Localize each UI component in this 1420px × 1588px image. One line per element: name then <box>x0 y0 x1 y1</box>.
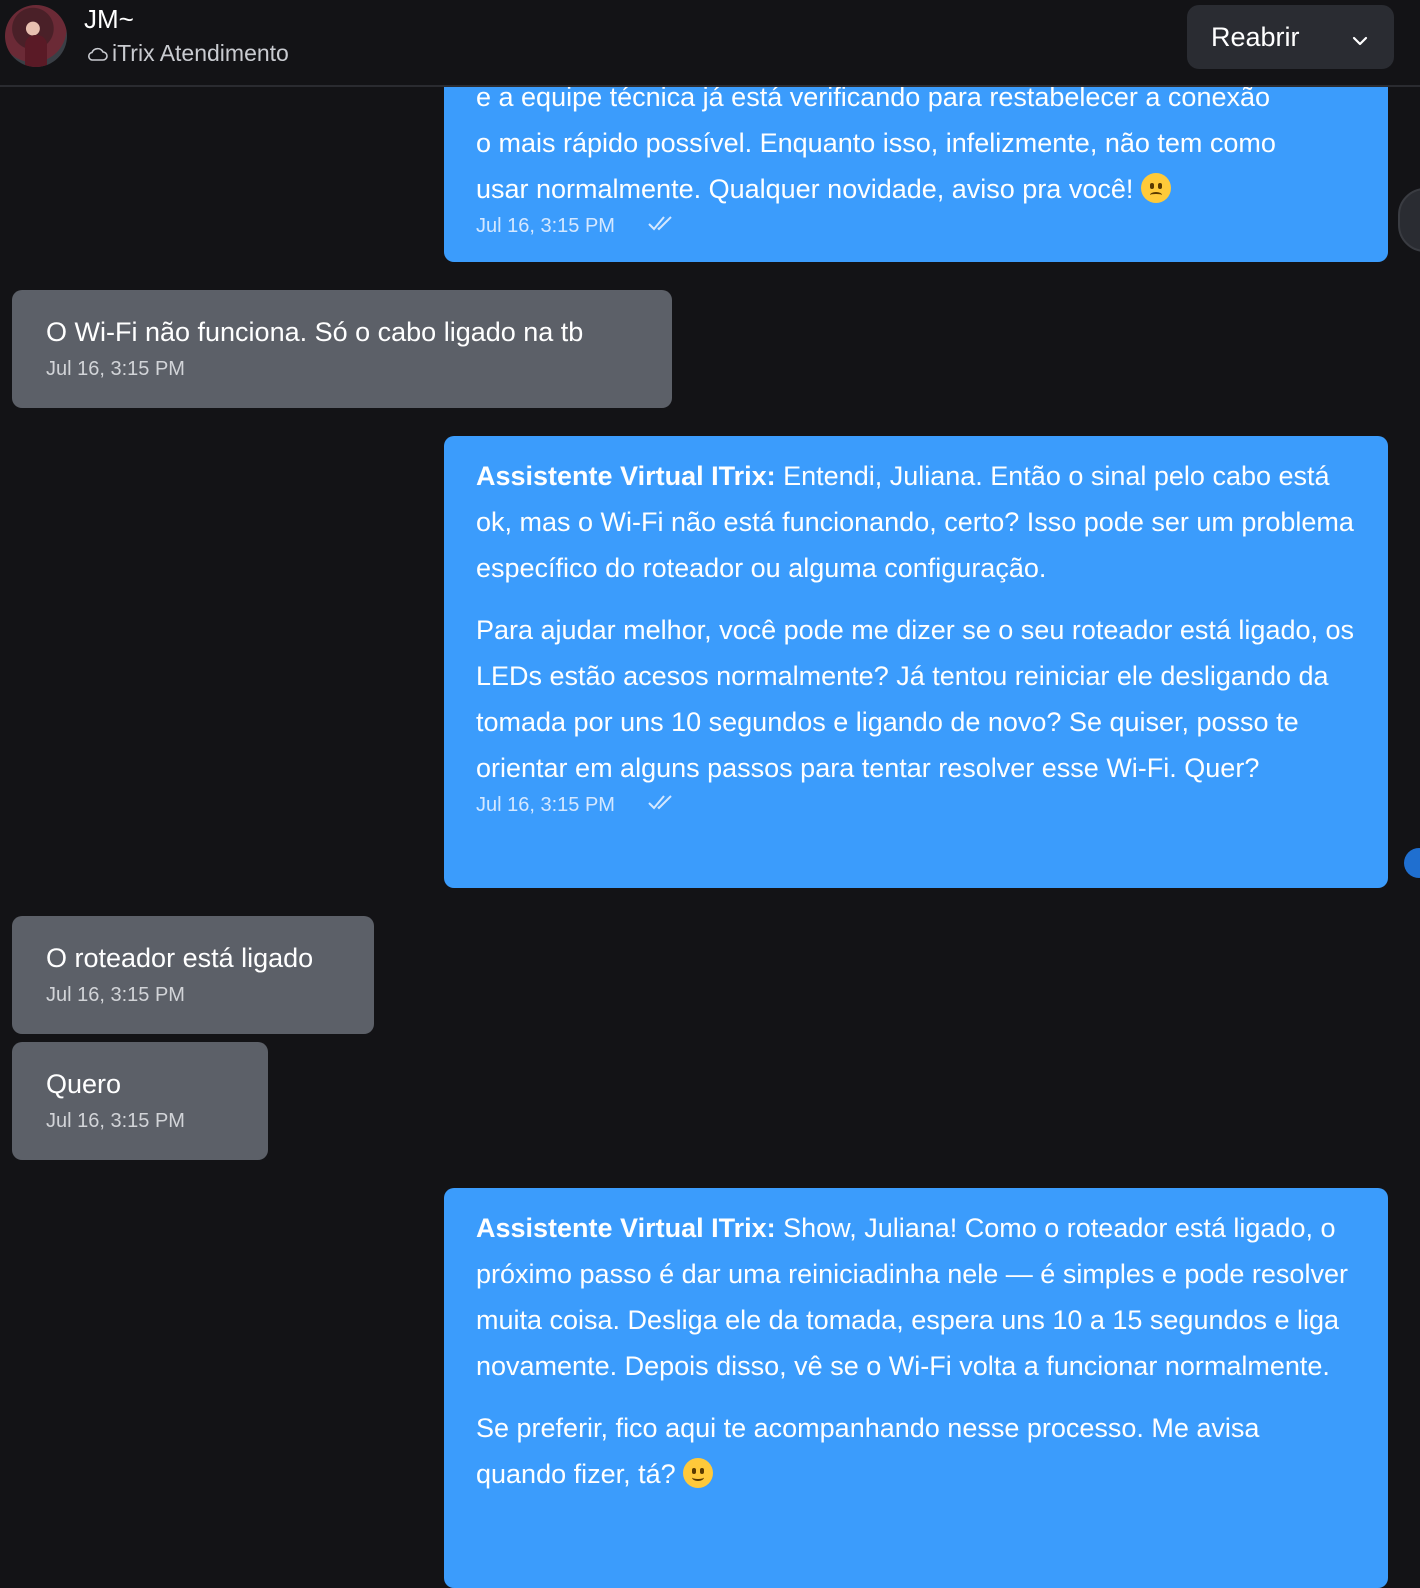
reopen-button[interactable]: Reabrir <box>1187 5 1394 69</box>
sender-name: Assistente Virtual ITrix: <box>476 461 776 491</box>
message-paragraph: Para ajudar melhor, você pode me dizer s… <box>476 615 1355 783</box>
message-outgoing: Assistente Virtual ITrix: Show, Juliana!… <box>444 1188 1388 1588</box>
message-line: o mais rápido possível. Enquanto isso, i… <box>476 128 1276 158</box>
conversation-header: JM~ iTrix Atendimento Reabrir <box>0 0 1420 87</box>
smiling-face-emoji <box>683 1458 714 1488</box>
message-incoming: O roteador está ligado Jul 16, 3:15 PM <box>12 916 374 1034</box>
contact-name[interactable]: JM~ <box>84 4 134 35</box>
message-text: O Wi-Fi não funciona. Só o cabo ligado n… <box>46 317 584 347</box>
message-paragraph: Assistente Virtual ITrix: Show, Juliana!… <box>476 1213 1348 1381</box>
message-timestamp: Jul 16, 3:15 PM <box>46 984 185 1006</box>
message-timestamp: Jul 16, 3:15 PM <box>46 1110 185 1132</box>
message-timestamp: Jul 16, 3:15 PM <box>476 794 615 816</box>
reopen-button-label: Reabrir <box>1211 21 1300 52</box>
inbox-name: iTrix Atendimento <box>112 40 289 66</box>
sender-name: Assistente Virtual ITrix: <box>476 1213 776 1243</box>
message-text: O roteador está ligado <box>46 943 314 973</box>
confused-face-emoji <box>1140 173 1171 203</box>
message-timestamp: Jul 16, 3:15 PM <box>476 215 615 237</box>
message-incoming: Quero Jul 16, 3:15 PM <box>12 1042 268 1160</box>
scroll-button[interactable] <box>1398 188 1420 252</box>
message-timestamp: Jul 16, 3:15 PM <box>46 358 185 380</box>
chevron-down-icon[interactable] <box>1350 27 1370 58</box>
avatar[interactable] <box>5 5 67 67</box>
inbox-label: iTrix Atendimento <box>86 40 289 67</box>
cloud-icon <box>86 46 108 62</box>
message-paragraph: Assistente Virtual ITrix: Entendi, Julia… <box>476 461 1354 583</box>
side-badge[interactable] <box>1404 848 1420 878</box>
message-line: usar normalmente. Qualquer novidade, avi… <box>476 166 1356 212</box>
message-text: Quero <box>46 1069 122 1099</box>
double-check-icon <box>647 212 677 240</box>
double-check-icon <box>647 791 677 819</box>
message-paragraph: Se preferir, fico aqui te acompanhando n… <box>476 1413 1260 1489</box>
message-text: e a equipe técnica já está verificando p… <box>476 74 1356 212</box>
message-incoming: O Wi-Fi não funciona. Só o cabo ligado n… <box>12 290 672 408</box>
message-outgoing: Assistente Virtual ITrix: Entendi, Julia… <box>444 436 1388 888</box>
